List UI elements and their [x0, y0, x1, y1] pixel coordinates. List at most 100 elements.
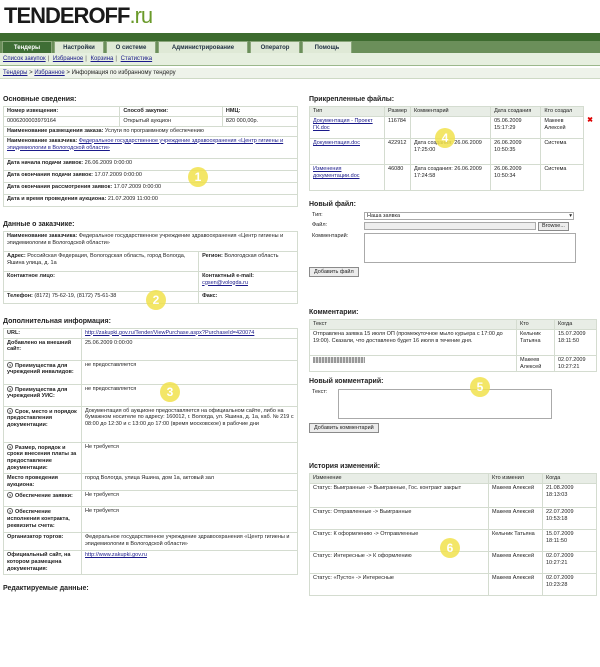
help-icon[interactable]: ? — [7, 407, 13, 414]
start-value: 26.06.2009 0:00:00 — [84, 159, 133, 166]
subject-value: Услуги по программному обеспечению — [104, 127, 204, 134]
file-link[interactable]: Документация - Проект ГК.doc — [313, 118, 373, 131]
method-value: Открытый аукцион — [119, 115, 223, 127]
add-comment-button[interactable]: Добавить комментарий — [309, 423, 379, 434]
files-col-author: Кто создал — [540, 106, 585, 117]
disabled-label: Преимущества для учреждений инвалидов: — [7, 362, 74, 376]
comment-text: Отправлена заявка 15 июля ОП (промежуточ… — [309, 328, 517, 356]
history-text: Статус: Отправленные -> Выигранные — [309, 507, 489, 531]
subject-label: Наименование размещения заказа: — [7, 127, 104, 134]
basic-title: Основные сведения: — [3, 96, 77, 103]
annotation-badge-1: 1 — [188, 167, 208, 187]
subnav: Список закупок | Избранное | Корзина | Стат… — [0, 53, 600, 66]
help-icon[interactable]: ? — [7, 361, 13, 368]
file-row: Изменения документации.doc 46080 Дата со… — [308, 163, 597, 191]
auction-label: Дата и время проведения аукциона: — [7, 195, 107, 202]
history-text: Статус: «Пусто» -> Интересные — [309, 573, 489, 597]
text-label: Текст: — [312, 389, 328, 396]
site-link[interactable]: http://www.zakupki.gov.ru — [85, 552, 147, 558]
type-label: Тип: — [312, 211, 323, 218]
url-label: URL: — [3, 327, 82, 339]
tab-tenders[interactable]: Тендеры — [2, 41, 52, 53]
chevron-down-icon: ▾ — [569, 212, 572, 219]
help-icon[interactable]: ? — [7, 507, 13, 514]
comments-col-who: Кто — [516, 318, 555, 330]
file-link[interactable]: Документация.doc — [313, 140, 360, 146]
secure-label: Обеспечение заявки: — [15, 492, 73, 499]
annotation-badge-2: 2 — [146, 290, 166, 310]
history-row: Статус: Выигранные -> Выигранные, Гос. к… — [309, 483, 597, 509]
subnav-trash[interactable]: Корзина — [91, 56, 114, 62]
extra-title: Дополнительная информация: — [3, 317, 111, 325]
method-label: Способ закупки: — [119, 106, 223, 117]
help-icon[interactable]: ? — [7, 443, 13, 450]
tab-about[interactable]: О системе — [106, 41, 156, 53]
breadcrumb-tenders[interactable]: Тендеры — [3, 70, 27, 76]
files-col-comment: Комментарий — [409, 106, 492, 117]
files-col-date: Дата создания — [490, 106, 542, 117]
right-column: Прикрепленные файлы: Тип Размер Коммента… — [308, 86, 597, 597]
end-label: Дата окончания подачи заявок: — [7, 171, 93, 178]
delete-icon[interactable]: ✖ — [587, 117, 593, 124]
file-date: 05.06.2009 15:17:29 — [490, 115, 542, 139]
comment-who: Макеев Алексей — [516, 354, 555, 373]
file-link[interactable]: Изменения документации.doc — [313, 166, 360, 179]
subnav-list[interactable]: Список закупок — [3, 56, 46, 62]
comment-textarea[interactable] — [364, 232, 576, 263]
newfile-title: Новый файл: — [309, 200, 356, 208]
history-title: История изменений: — [309, 463, 381, 471]
help-icon[interactable]: ? — [7, 385, 13, 392]
comment-text-input[interactable] — [338, 389, 552, 420]
file-input[interactable] — [364, 221, 536, 230]
uis-label: Преимущества для учреждений УИС: — [7, 386, 68, 400]
history-when: 02.07.2009 10:23:28 — [542, 573, 597, 597]
tab-admin[interactable]: Администрирование — [158, 41, 248, 53]
basic-table: Номер извещения: Способ закупки: НМЦ: 00… — [2, 106, 299, 207]
files-col-type: Тип — [308, 106, 386, 117]
comment-when: 02.07.2009 10:27:21 — [554, 354, 597, 373]
logo[interactable]: TENDEROFF.ru — [4, 3, 153, 29]
comments-title: Комментарии: — [309, 308, 359, 316]
file-size: 422912 — [384, 137, 411, 165]
address-label: Адрес: — [7, 252, 26, 259]
url-link[interactable]: http://zakupki.gov.ru/Tender/ViewPurchas… — [85, 330, 254, 336]
history-who: Макеев Алексей — [488, 573, 543, 597]
history-col-who: Кто изменил — [488, 473, 543, 485]
subnav-favorites[interactable]: Избранное — [53, 56, 83, 62]
fee-label: Размер, порядок и сроки внесения платы з… — [7, 444, 77, 472]
place-value: город Вологда, улица Яшина, дом 1а, акто… — [81, 473, 298, 491]
file-date: 26.06.2009 10:50:35 — [490, 137, 542, 165]
history-who: Макеев Алексей — [488, 483, 543, 509]
org-label: Организатор торгов: — [3, 531, 82, 551]
phone-label: Телефон: — [7, 292, 33, 299]
subnav-stats[interactable]: Статистика — [121, 56, 153, 62]
order-label: Номер извещения: — [2, 106, 121, 117]
comment-row: Отправлена заявка 15 июля ОП (промежуточ… — [309, 328, 597, 356]
order-value: 0006200003979164 — [2, 115, 121, 127]
breadcrumb-current: Информация по избранному тендеру — [71, 70, 176, 76]
email-link[interactable]: cgsen@vologda.ru — [202, 280, 248, 286]
help-icon[interactable]: ? — [7, 491, 13, 498]
address-value: Российская Федерация, Вологодская област… — [7, 252, 186, 266]
history-when: 15.07.2009 18:11:50 — [542, 529, 597, 553]
file-author: Система — [540, 163, 585, 191]
comments-col-when: Когда — [554, 318, 597, 330]
comment-label: Комментарий: — [312, 232, 349, 239]
tab-settings[interactable]: Настройки — [54, 41, 104, 53]
breadcrumb-favorites[interactable]: Избранное — [34, 70, 64, 76]
fee-value: Не требуется — [81, 441, 298, 474]
files-col-size: Размер — [384, 106, 411, 117]
comments-col-text: Текст — [309, 318, 517, 330]
browse-button[interactable]: Browse... — [538, 221, 569, 231]
files-table: Тип Размер Комментарий Дата создания Кто… — [308, 106, 597, 191]
docs-label: Срок, место и порядок предоставления док… — [7, 408, 77, 429]
tab-operator[interactable]: Оператор — [250, 41, 300, 53]
contact-label: Контактное лицо: — [2, 270, 200, 292]
review-label: Дата окончания рассмотрения заявок: — [7, 183, 113, 190]
add-file-button[interactable]: Добавить файл — [309, 266, 359, 277]
tab-help[interactable]: Помощь — [302, 41, 352, 53]
customer-title: Данные о заказчике: — [3, 220, 75, 228]
annotation-badge-5: 5 — [470, 377, 490, 397]
type-select[interactable]: Наша заявка ▾ — [364, 211, 574, 220]
file-size: 116784 — [384, 115, 411, 139]
